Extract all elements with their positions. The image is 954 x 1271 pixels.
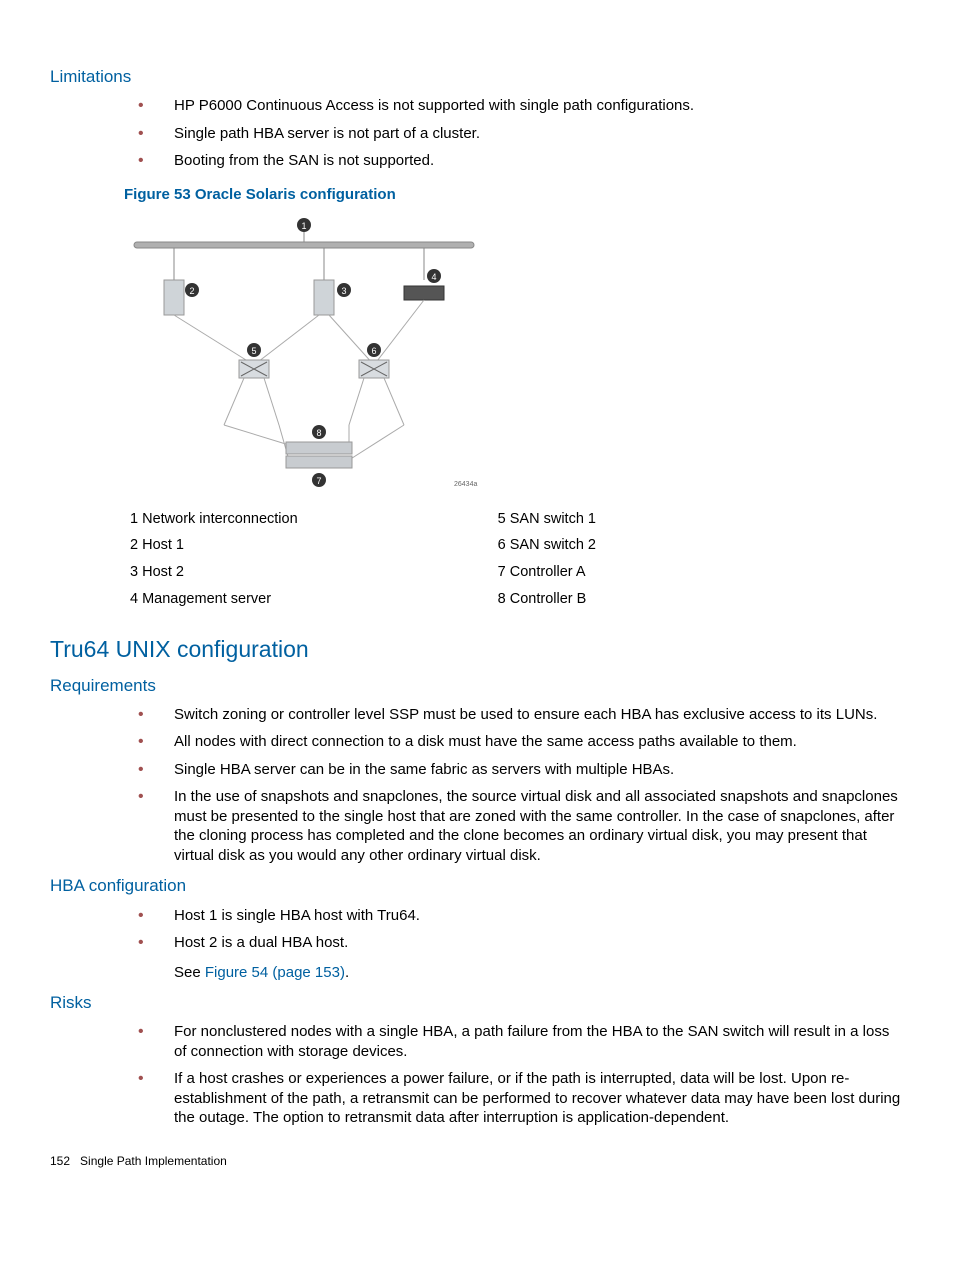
heading-section: Tru64 UNIX configuration: [50, 635, 904, 665]
heading-hba-configuration: HBA configuration: [50, 875, 904, 897]
svg-text:8: 8: [316, 428, 321, 438]
list-item: HP P6000 Continuous Access is not suppor…: [138, 96, 904, 116]
figure-legend: 1 Network interconnection 2 Host 1 3 Hos…: [130, 510, 904, 617]
svg-text:7: 7: [316, 476, 321, 486]
list-item: Single path HBA server is not part of a …: [138, 124, 904, 144]
list-item: Single HBA server can be in the same fab…: [138, 760, 904, 780]
list-item: All nodes with direct connection to a di…: [138, 732, 904, 752]
svg-text:2: 2: [189, 286, 194, 296]
list-item: Host 1 is single HBA host with Tru64.: [138, 906, 904, 926]
list-item: For nonclustered nodes with a single HBA…: [138, 1022, 904, 1061]
page-number: 152: [50, 1154, 70, 1168]
list-item: In the use of snapshots and snapclones, …: [138, 787, 904, 865]
list-hba: Host 1 is single HBA host with Tru64. Ho…: [50, 906, 904, 953]
see-suffix: .: [345, 964, 349, 981]
legend-item: 6 SAN switch 2: [498, 536, 596, 555]
legend-item: 4 Management server: [130, 590, 298, 609]
svg-text:6: 6: [371, 346, 376, 356]
list-risks: For nonclustered nodes with a single HBA…: [50, 1022, 904, 1128]
list-item: Host 2 is a dual HBA host.: [138, 933, 904, 953]
svg-text:1: 1: [301, 221, 306, 231]
figure-diagram: 1 2 3 4 5 6 8 7 26434a: [124, 210, 484, 496]
list-limitations: HP P6000 Continuous Access is not suppor…: [50, 96, 904, 171]
footer-title: Single Path Implementation: [80, 1154, 227, 1168]
see-reference: See Figure 54 (page 153).: [174, 963, 904, 983]
figure-caption: Figure 53 Oracle Solaris configuration: [124, 185, 904, 205]
legend-item: 1 Network interconnection: [130, 510, 298, 529]
list-item: If a host crashes or experiences a power…: [138, 1069, 904, 1128]
figure-link[interactable]: Figure 54 (page 153): [205, 964, 345, 981]
list-requirements: Switch zoning or controller level SSP mu…: [50, 705, 904, 866]
heading-risks: Risks: [50, 992, 904, 1014]
see-prefix: See: [174, 964, 205, 981]
legend-item: 3 Host 2: [130, 563, 298, 582]
figure-ref: 26434a: [454, 481, 477, 488]
heading-limitations: Limitations: [50, 66, 904, 88]
svg-text:5: 5: [251, 346, 256, 356]
legend-item: 2 Host 1: [130, 536, 298, 555]
svg-text:4: 4: [431, 272, 436, 282]
legend-item: 7 Controller A: [498, 563, 596, 582]
list-item: Booting from the SAN is not supported.: [138, 151, 904, 171]
legend-item: 5 SAN switch 1: [498, 510, 596, 529]
page-footer: 152 Single Path Implementation: [50, 1154, 904, 1170]
svg-text:3: 3: [341, 286, 346, 296]
list-item: Switch zoning or controller level SSP mu…: [138, 705, 904, 725]
heading-requirements: Requirements: [50, 675, 904, 697]
legend-item: 8 Controller B: [498, 590, 596, 609]
